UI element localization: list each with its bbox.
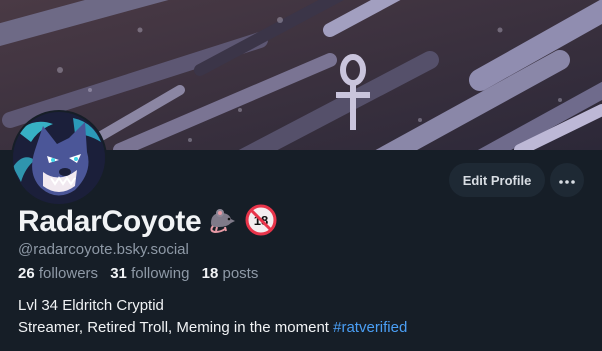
posts-label: posts <box>222 265 259 282</box>
profile-stats: 26 followers 31 following 18 posts <box>18 265 266 282</box>
avatar[interactable] <box>11 110 107 206</box>
following-count: 31 <box>110 265 127 282</box>
bio-line-2-text: Streamer, Retired Troll, Meming in the m… <box>18 319 334 336</box>
handle: @radarcoyote.bsky.social <box>18 241 189 258</box>
profile-bio: Lvl 34 Eldritch Cryptid Streamer, Retire… <box>18 295 407 339</box>
edit-profile-button[interactable]: Edit Profile <box>449 163 545 197</box>
bio-line-1: Lvl 34 Eldritch Cryptid <box>18 297 164 314</box>
followers-label: followers <box>38 265 99 282</box>
posts-count: 18 <box>201 265 219 282</box>
more-options-button[interactable] <box>550 163 584 197</box>
display-name: RadarCoyote <box>18 205 202 238</box>
rat-icon <box>207 207 237 238</box>
ellipsis-icon <box>559 171 575 189</box>
no-one-under-eighteen-icon: 18 <box>245 204 277 241</box>
followers-count: 26 <box>18 265 35 282</box>
following-link[interactable]: 31 following <box>110 265 189 282</box>
bio-line-2: Streamer, Retired Troll, Meming in the m… <box>18 317 407 339</box>
following-label: following <box>131 265 190 282</box>
display-name-row: RadarCoyote 18 <box>18 203 277 241</box>
followers-link[interactable]: 26 followers <box>18 265 98 282</box>
posts-count-block: 18 posts <box>202 265 259 282</box>
bio-hashtag-link[interactable]: #ratverified <box>333 319 407 336</box>
